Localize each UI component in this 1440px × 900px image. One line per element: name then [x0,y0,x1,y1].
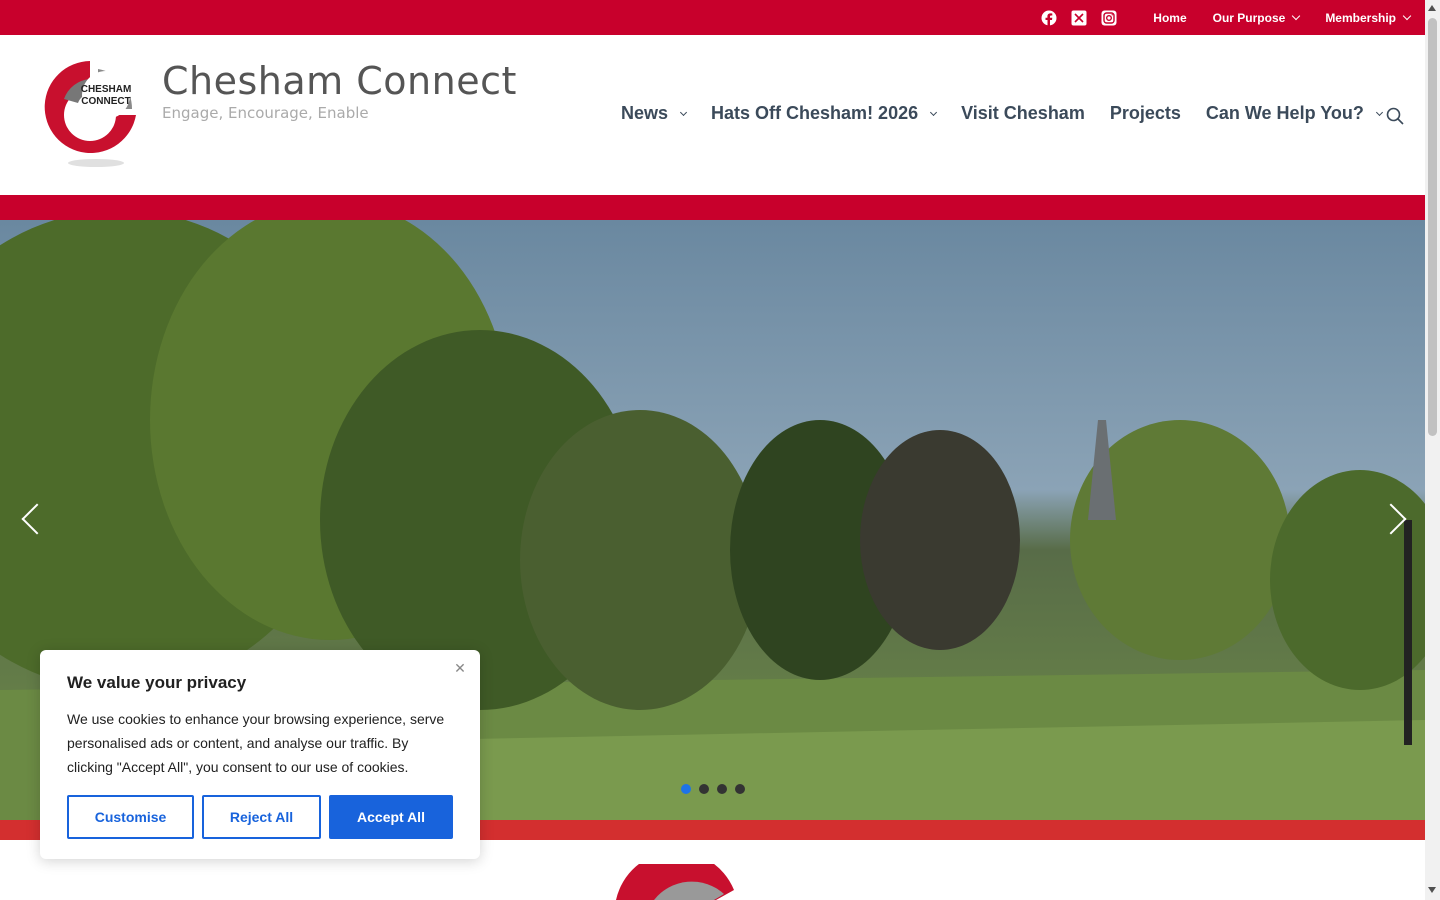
social-links [1040,9,1118,27]
top-bar: Home Our Purpose Membership [0,0,1425,35]
customise-button[interactable]: Customise [67,795,194,839]
site-tagline: Engage, Encourage, Enable [162,104,369,122]
top-nav-our-purpose-label: Our Purpose [1212,10,1286,25]
site-title[interactable]: Chesham Connect [162,59,517,103]
accept-all-button[interactable]: Accept All [329,795,453,839]
nav-item-projects[interactable]: Projects [1110,103,1181,124]
top-nav-membership-label: Membership [1325,10,1396,25]
top-nav-home-label: Home [1153,10,1187,25]
top-nav-membership[interactable]: Membership [1325,10,1412,25]
nav-item-visit-chesham[interactable]: Visit Chesham [961,103,1085,124]
logo-text-connect: CONNECT [81,96,130,107]
chevron-down-icon [1292,11,1301,21]
cookie-consent-banner: ✕ We value your privacy We use cookies t… [40,650,480,859]
instagram-icon[interactable] [1100,9,1118,27]
nav-item-label: News [621,103,669,123]
nav-item-label: Can We Help You? [1205,103,1364,123]
page-scrollbar[interactable] [1425,0,1440,900]
cookie-message: We use cookies to enhance your browsing … [67,711,445,775]
slider-dot-4[interactable] [735,784,745,794]
chevron-down-icon [1375,108,1383,116]
chevron-down-icon [930,108,938,116]
scroll-thumb[interactable] [1428,18,1437,436]
scroll-down-arrow[interactable] [1428,887,1436,893]
section-logo [584,864,842,900]
chevron-down-icon [1402,11,1412,21]
x-twitter-icon[interactable] [1070,9,1088,27]
nav-item-news[interactable]: News [621,103,688,124]
top-nav-home[interactable]: Home [1153,11,1186,25]
top-nav: Home Our Purpose Membership [1153,0,1412,35]
nav-item-label: Hats Off Chesham! 2026 [711,103,919,123]
nav-item-label: Visit Chesham [961,103,1085,123]
close-icon[interactable]: ✕ [453,661,467,675]
main-nav: News Hats Off Chesham! 2026 Visit Chesha… [621,103,1383,124]
logo-text-chesham: CHESHAM [81,84,132,95]
header-accent-band [0,195,1425,220]
nav-item-hats-off-chesham[interactable]: Hats Off Chesham! 2026 [711,103,938,124]
site-header: CHESHAM CONNECT Chesham Connect Engage, … [0,35,1425,195]
site-logo[interactable]: CHESHAM CONNECT [40,59,140,171]
nav-item-label: Projects [1109,103,1181,123]
reject-all-button[interactable]: Reject All [202,795,321,839]
scroll-up-arrow[interactable] [1428,5,1436,11]
facebook-icon[interactable] [1040,9,1058,27]
slider-dot-2[interactable] [699,784,709,794]
top-nav-our-purpose[interactable]: Our Purpose [1212,10,1301,25]
chevron-down-icon [679,108,688,116]
cookie-title: We value your privacy [67,673,247,692]
search-icon[interactable] [1386,107,1404,125]
slider-dot-1[interactable] [681,784,691,794]
nav-item-can-we-help-you[interactable]: Can We Help You? [1205,103,1383,124]
slider-pagination [681,784,745,794]
slider-dot-3[interactable] [717,784,727,794]
